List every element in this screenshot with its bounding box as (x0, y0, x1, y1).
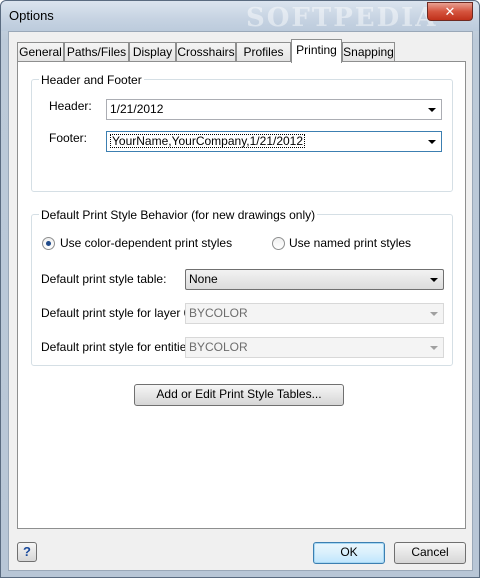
print-style-table-label: Default print style table: (41, 272, 167, 286)
tab-paths-files[interactable]: Paths/Files (64, 42, 129, 62)
color-dependent-label[interactable]: Use color-dependent print styles (60, 236, 232, 250)
entities-style-label: Default print style for entities: (41, 340, 196, 354)
tab-printing[interactable]: Printing (291, 39, 342, 63)
tab-profiles[interactable]: Profiles (236, 42, 291, 62)
chevron-down-icon (428, 108, 436, 112)
print-style-table-select[interactable]: None (185, 269, 444, 290)
tab-crosshairs[interactable]: Crosshairs (176, 42, 236, 62)
title-bar[interactable]: Options SOFTPEDIA ✕ (1, 1, 479, 33)
chevron-down-icon (430, 346, 438, 350)
layer0-style-select[interactable]: BYCOLOR (185, 303, 444, 324)
header-combo[interactable]: 1/21/2012 (106, 99, 442, 120)
header-footer-group-title: Header and Footer (39, 73, 144, 87)
tab-display[interactable]: Display (129, 42, 176, 62)
entities-style-select[interactable]: BYCOLOR (185, 337, 444, 358)
watermark-logo: SOFTPEDIA (246, 3, 438, 33)
named-styles-radio[interactable] (272, 237, 285, 250)
header-value: 1/21/2012 (110, 102, 164, 116)
named-styles-label[interactable]: Use named print styles (289, 236, 411, 250)
tab-snapping[interactable]: Snapping (342, 42, 395, 62)
footer-value: YourName,YourCompany,1/21/2012 (110, 134, 306, 148)
options-dialog: Options SOFTPEDIA ✕ General Paths/Files … (0, 0, 480, 578)
window-title: Options (9, 8, 54, 23)
footer-combo[interactable]: YourName,YourCompany,1/21/2012 (106, 131, 442, 152)
close-button[interactable]: ✕ (427, 2, 473, 21)
chevron-down-icon (430, 278, 438, 282)
header-label: Header: (49, 99, 92, 113)
color-dependent-radio[interactable] (42, 237, 55, 250)
chevron-down-icon (430, 312, 438, 316)
cancel-button[interactable]: Cancel (394, 542, 466, 564)
ok-button[interactable]: OK (313, 542, 385, 564)
help-button[interactable]: ? (17, 542, 37, 562)
printing-tab-panel: Header and Footer Header: 1/21/2012 Foot… (17, 61, 466, 529)
print-style-group-title: Default Print Style Behavior (for new dr… (39, 208, 318, 222)
edit-print-style-tables-button[interactable]: Add or Edit Print Style Tables... (134, 384, 344, 406)
entities-style-value: BYCOLOR (189, 340, 248, 354)
chevron-down-icon (428, 140, 436, 144)
dialog-client-area: General Paths/Files Display Crosshairs P… (8, 31, 473, 571)
print-style-table-value: None (189, 272, 218, 286)
tab-general[interactable]: General (17, 42, 64, 62)
layer0-style-label: Default print style for layer 0: (41, 306, 194, 320)
footer-label: Footer: (49, 131, 88, 145)
layer0-style-value: BYCOLOR (189, 306, 248, 320)
